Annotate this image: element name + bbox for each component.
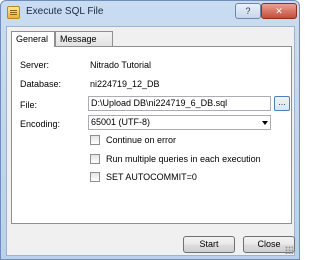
general-panel: Server: Nitrado Tutorial Database: ni224…: [11, 46, 292, 224]
run-multiple-queries-checkbox[interactable]: [90, 154, 100, 164]
set-autocommit-label[interactable]: SET AUTOCOMMIT=0: [106, 172, 197, 182]
encoding-select[interactable]: 65001 (UTF-8): [88, 115, 271, 130]
database-value: ni224719_12_DB: [90, 79, 160, 89]
chevron-down-icon: [262, 121, 268, 125]
continue-on-error-checkbox[interactable]: [90, 135, 100, 145]
window-title: Execute SQL File: [26, 6, 104, 17]
close-window-button[interactable]: ✕: [261, 3, 297, 19]
title-bar[interactable]: Execute SQL File ? ✕: [1, 1, 299, 25]
dialog-body: General Message Log Server: Nitrado Tuto…: [6, 26, 295, 256]
browse-file-button[interactable]: ...: [274, 96, 290, 111]
continue-on-error-label[interactable]: Continue on error: [106, 135, 176, 145]
sql-file-icon: [7, 6, 20, 19]
database-label: Database:: [20, 79, 62, 89]
file-label: File:: [20, 100, 38, 110]
encoding-label: Encoding:: [20, 119, 61, 129]
tab-general[interactable]: General: [11, 31, 55, 47]
encoding-value: 65001 (UTF-8): [91, 117, 151, 127]
server-value: Nitrado Tutorial: [90, 60, 152, 70]
tab-message-log[interactable]: Message Log: [55, 31, 113, 58]
execute-sql-dialog: Execute SQL File ? ✕ General Message Log…: [0, 0, 300, 260]
run-multiple-queries-label[interactable]: Run multiple queries in each execution: [106, 154, 261, 164]
file-path-input[interactable]: D:\Upload DB\ni224719_6_DB.sql: [88, 96, 271, 111]
start-button[interactable]: Start: [183, 236, 235, 253]
set-autocommit-checkbox[interactable]: [90, 172, 100, 182]
resize-grip[interactable]: [285, 246, 293, 254]
server-label: Server:: [20, 60, 50, 70]
help-button[interactable]: ?: [235, 3, 261, 19]
